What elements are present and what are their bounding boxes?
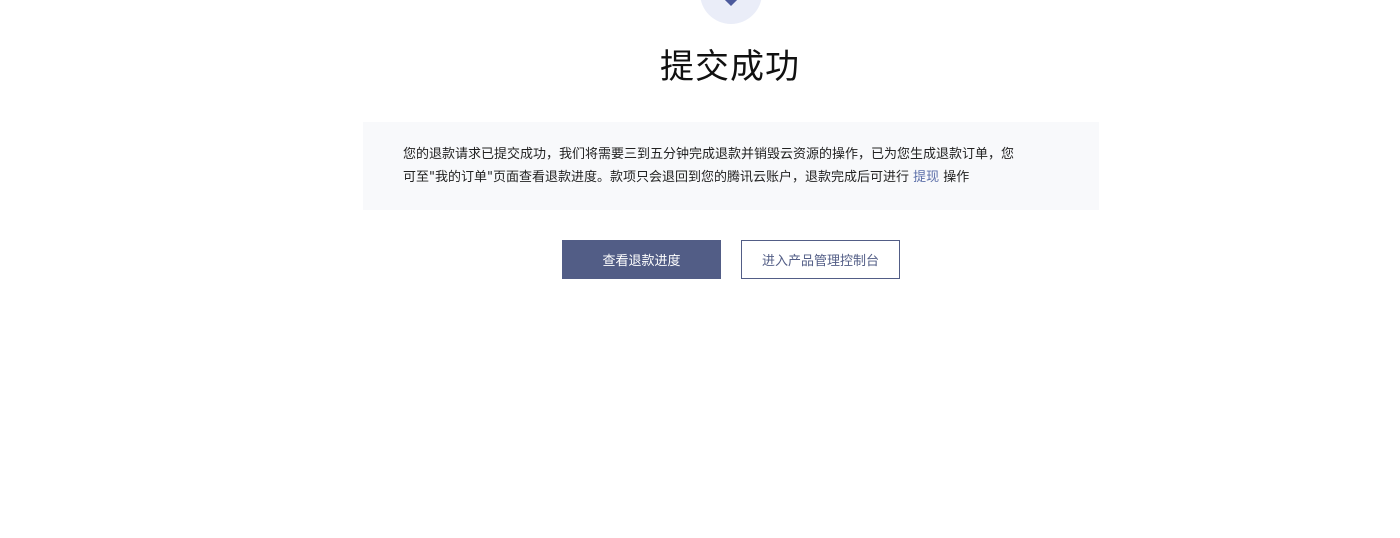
page-title: 提交成功: [660, 47, 800, 87]
success-icon-circle: [700, 0, 762, 24]
view-refund-progress-button[interactable]: 查看退款进度: [562, 240, 721, 279]
message-line-2: 可至"我的订单"页面查看退款进度。款项只会退回到您的腾讯云账户，退款完成后可进行…: [403, 166, 1059, 189]
message-line-2-suffix: 操作: [943, 170, 970, 185]
product-console-button[interactable]: 进入产品管理控制台: [741, 240, 900, 279]
message-line-2-text: 可至"我的订单"页面查看退款进度。款项只会退回到您的腾讯云账户，退款完成后可进行: [403, 170, 909, 185]
withdraw-link[interactable]: 提现: [913, 170, 939, 185]
check-icon: [724, 0, 738, 7]
action-buttons: 查看退款进度 进入产品管理控制台: [562, 240, 900, 279]
refund-success-page: 提交成功 您的退款请求已提交成功，我们将需要三到五分钟完成退款并销毁云资源的操作…: [0, 0, 1400, 538]
message-line-1: 您的退款请求已提交成功，我们将需要三到五分钟完成退款并销毁云资源的操作，已为您生…: [403, 147, 1015, 162]
refund-message-panel: 您的退款请求已提交成功，我们将需要三到五分钟完成退款并销毁云资源的操作，已为您生…: [363, 122, 1099, 210]
